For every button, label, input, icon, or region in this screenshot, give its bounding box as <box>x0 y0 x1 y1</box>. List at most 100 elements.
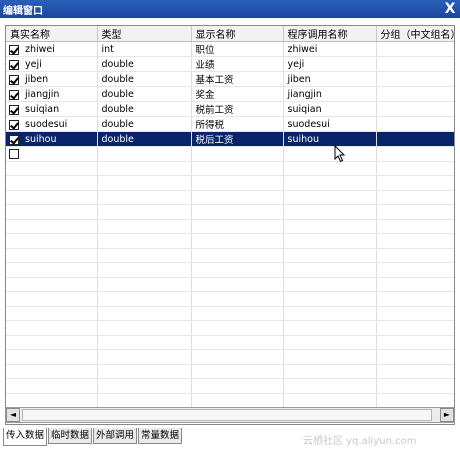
column-header-type[interactable]: 类型 <box>97 26 192 42</box>
column-header-program-name[interactable]: 程序调用名称 <box>283 26 377 42</box>
cell-display-name[interactable]: 所得税 <box>191 116 284 132</box>
empty-cell <box>283 335 377 350</box>
cell-program-name[interactable]: suihou <box>283 131 377 147</box>
cell-type[interactable]: double <box>97 116 192 132</box>
table-row[interactable]: jiben double 基本工资 jiben <box>6 71 454 87</box>
empty-cell <box>97 393 192 408</box>
cell-real-name[interactable]: jiben <box>6 71 98 87</box>
empty-cell <box>97 349 192 365</box>
empty-cell <box>283 349 377 365</box>
table-row[interactable]: jiangjin double 奖金 jiangjin <box>6 86 454 102</box>
empty-cell <box>283 378 377 394</box>
cell-display-name[interactable] <box>191 146 284 162</box>
tab-constant-data[interactable]: 常量数据 <box>138 428 183 444</box>
cell-display-name[interactable]: 税前工资 <box>191 101 284 117</box>
empty-row <box>6 190 454 205</box>
scroll-thumb[interactable] <box>22 409 432 421</box>
empty-cell <box>376 393 454 408</box>
cell-group[interactable] <box>376 71 454 87</box>
empty-cell <box>97 233 192 249</box>
cell-type[interactable]: double <box>97 71 192 87</box>
horizontal-scrollbar[interactable]: ◄ ► <box>5 407 455 423</box>
empty-cell <box>97 364 192 379</box>
empty-cell <box>376 335 454 350</box>
cell-type[interactable]: double <box>97 56 192 72</box>
empty-cell <box>283 277 377 292</box>
empty-cell <box>283 219 377 234</box>
empty-cell <box>97 175 192 191</box>
cell-real-name[interactable]: yeji <box>6 56 98 72</box>
table-row[interactable]: suiqian double 税前工资 suiqian <box>6 101 454 117</box>
cell-program-name[interactable]: zhiwei <box>283 41 377 57</box>
row-checkbox[interactable] <box>9 119 19 130</box>
cell-program-name[interactable]: suodesui <box>283 116 377 132</box>
column-header-group[interactable]: 分组（中文组名） <box>376 26 454 42</box>
table-row[interactable]: zhiwei int 职位 zhiwei <box>6 41 454 57</box>
grid-body: zhiwei int 职位 zhiwei yeji double 业绩 yeji jiben do… <box>6 41 454 408</box>
cell-real-name[interactable]: zhiwei <box>6 41 98 57</box>
cell-display-name[interactable]: 基本工资 <box>191 71 284 87</box>
empty-cell <box>191 233 284 249</box>
row-checkbox[interactable] <box>9 149 19 160</box>
cell-display-name[interactable]: 职位 <box>191 41 284 57</box>
cell-group[interactable] <box>376 86 454 102</box>
table-row[interactable] <box>6 146 454 162</box>
empty-cell <box>376 175 454 191</box>
tab-external-call[interactable]: 外部调用 <box>93 428 138 444</box>
field-table: 真实名称 类型 显示名称 程序调用名称 分组（中文组名） zhiwei int 职位… <box>6 26 454 408</box>
row-checkbox[interactable] <box>9 89 19 100</box>
cell-group[interactable] <box>376 101 454 117</box>
tab-incoming-data[interactable]: 传入数据 <box>3 428 48 446</box>
row-checkbox[interactable] <box>9 134 19 145</box>
cell-type[interactable]: double <box>97 86 192 102</box>
scroll-left-icon[interactable]: ◄ <box>6 408 20 422</box>
cell-type[interactable]: double <box>97 101 192 117</box>
cell-program-name[interactable]: jiangjin <box>283 86 377 102</box>
cell-type[interactable]: int <box>97 41 192 57</box>
cell-program-name[interactable]: yeji <box>283 56 377 72</box>
cell-group[interactable] <box>376 146 454 162</box>
cell-real-name[interactable]: suihou <box>6 131 98 147</box>
cell-group[interactable] <box>376 41 454 57</box>
row-checkbox[interactable] <box>9 59 19 70</box>
header-row: 真实名称 类型 显示名称 程序调用名称 分组（中文组名） <box>6 26 454 42</box>
empty-cell <box>376 306 454 321</box>
empty-cell <box>97 291 192 307</box>
cell-display-name[interactable]: 奖金 <box>191 86 284 102</box>
cell-display-name[interactable]: 业绩 <box>191 56 284 72</box>
scroll-right-icon[interactable]: ► <box>440 408 454 422</box>
table-row[interactable]: yeji double 业绩 yeji <box>6 56 454 72</box>
cell-program-name[interactable] <box>283 146 377 162</box>
cell-program-name[interactable]: suiqian <box>283 101 377 117</box>
empty-row <box>6 335 454 350</box>
cell-type[interactable]: double <box>97 131 192 147</box>
tab-temp-data[interactable]: 临时数据 <box>48 428 93 444</box>
empty-cell <box>6 349 98 365</box>
empty-cell <box>6 291 98 307</box>
row-checkbox[interactable] <box>9 104 19 115</box>
column-header-display-name[interactable]: 显示名称 <box>191 26 284 42</box>
row-checkbox[interactable] <box>9 74 19 85</box>
empty-cell <box>6 364 98 379</box>
column-header-real-name[interactable]: 真实名称 <box>6 26 98 42</box>
title-bar[interactable]: 编辑窗口 X <box>0 0 460 18</box>
cell-real-name[interactable]: suiqian <box>6 101 98 117</box>
cell-real-name[interactable]: jiangjin <box>6 86 98 102</box>
cell-real-name[interactable]: suodesui <box>6 116 98 132</box>
cell-real-name[interactable] <box>6 146 98 162</box>
cell-group[interactable] <box>376 116 454 132</box>
empty-cell <box>283 190 377 205</box>
empty-cell <box>376 291 454 307</box>
empty-cell <box>6 190 98 205</box>
cell-program-name[interactable]: jiben <box>283 71 377 87</box>
row-checkbox[interactable] <box>9 44 19 55</box>
close-icon[interactable]: X <box>442 1 458 17</box>
cell-display-name[interactable]: 税后工资 <box>191 131 284 147</box>
cell-group[interactable] <box>376 56 454 72</box>
cell-group[interactable] <box>376 131 454 147</box>
table-row[interactable]: suodesui double 所得税 suodesui <box>6 116 454 132</box>
table-row[interactable]: suihou double 税后工资 suihou <box>6 131 454 147</box>
cell-type[interactable] <box>97 146 192 162</box>
empty-cell <box>283 320 377 336</box>
empty-cell <box>97 248 192 263</box>
